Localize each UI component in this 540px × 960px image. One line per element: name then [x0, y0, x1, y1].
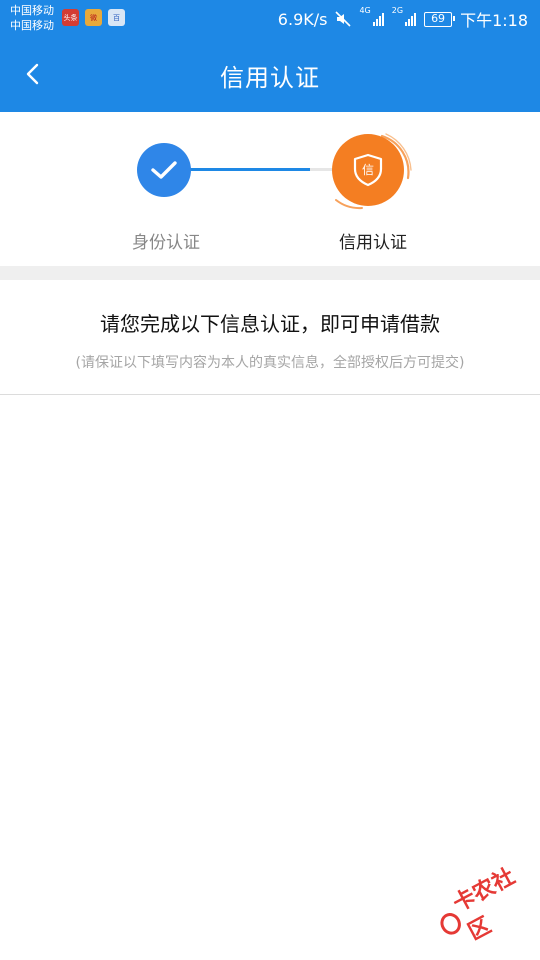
weibo-app-icon: 微 [85, 9, 102, 26]
clock: 下午1:18 [460, 11, 528, 30]
signal-2g-icon [405, 12, 417, 26]
step-progress: 信 身份认证 信用认证 [0, 112, 540, 266]
carrier-info: 中国移动 中国移动 [10, 3, 54, 33]
carrier-1: 中国移动 [10, 4, 54, 17]
status-right: 6.9K/s 4G 2G 69 下午1:18 [278, 7, 528, 31]
battery-icon: 69 [424, 11, 456, 27]
page-title: 信用认证 [220, 64, 320, 92]
shield-badge-text: 信 [362, 163, 374, 177]
step-credit-label[interactable]: 信用认证 [313, 228, 433, 253]
carrier-2: 中国移动 [10, 19, 54, 32]
watermark-text: 卡农社区 [449, 864, 520, 946]
notification-icons: 头条 微 百 [62, 9, 125, 26]
mute-icon [335, 11, 352, 27]
check-icon [151, 161, 177, 179]
step-connector-done [190, 168, 310, 171]
network-2g-label: 2G [391, 6, 404, 15]
baidu-app-icon: 百 [108, 9, 125, 26]
weibo-app-label: 微 [90, 13, 97, 22]
nav-bar: 信用认证 [0, 36, 540, 112]
network-4g-label: 4G [359, 6, 371, 15]
step-credit-circle[interactable]: 信 [332, 134, 404, 206]
section-divider [0, 266, 540, 280]
toutiao-app-label: 头条 [63, 13, 78, 22]
toutiao-app-icon: 头条 [62, 9, 79, 26]
status-bar: 中国移动 中国移动 头条 微 百 6.9K/s 4G 2G 69 下午1:18 [0, 0, 540, 36]
step-identity-circle[interactable] [137, 143, 191, 197]
info-divider [0, 394, 540, 395]
watermark: 卡农社区 [425, 851, 540, 960]
info-subtitle: (请保证以下填写内容为本人的真实信息，全部授权后方可提交) [75, 355, 465, 371]
signal-4g-icon [372, 12, 384, 26]
baidu-app-label: 百 [113, 13, 120, 22]
shield-icon: 信 [353, 153, 383, 187]
network-speed: 6.9K/s [277, 9, 328, 29]
step-identity-label[interactable]: 身份认证 [106, 228, 226, 253]
info-title: 请您完成以下信息认证，即可申请借款 [100, 312, 440, 336]
